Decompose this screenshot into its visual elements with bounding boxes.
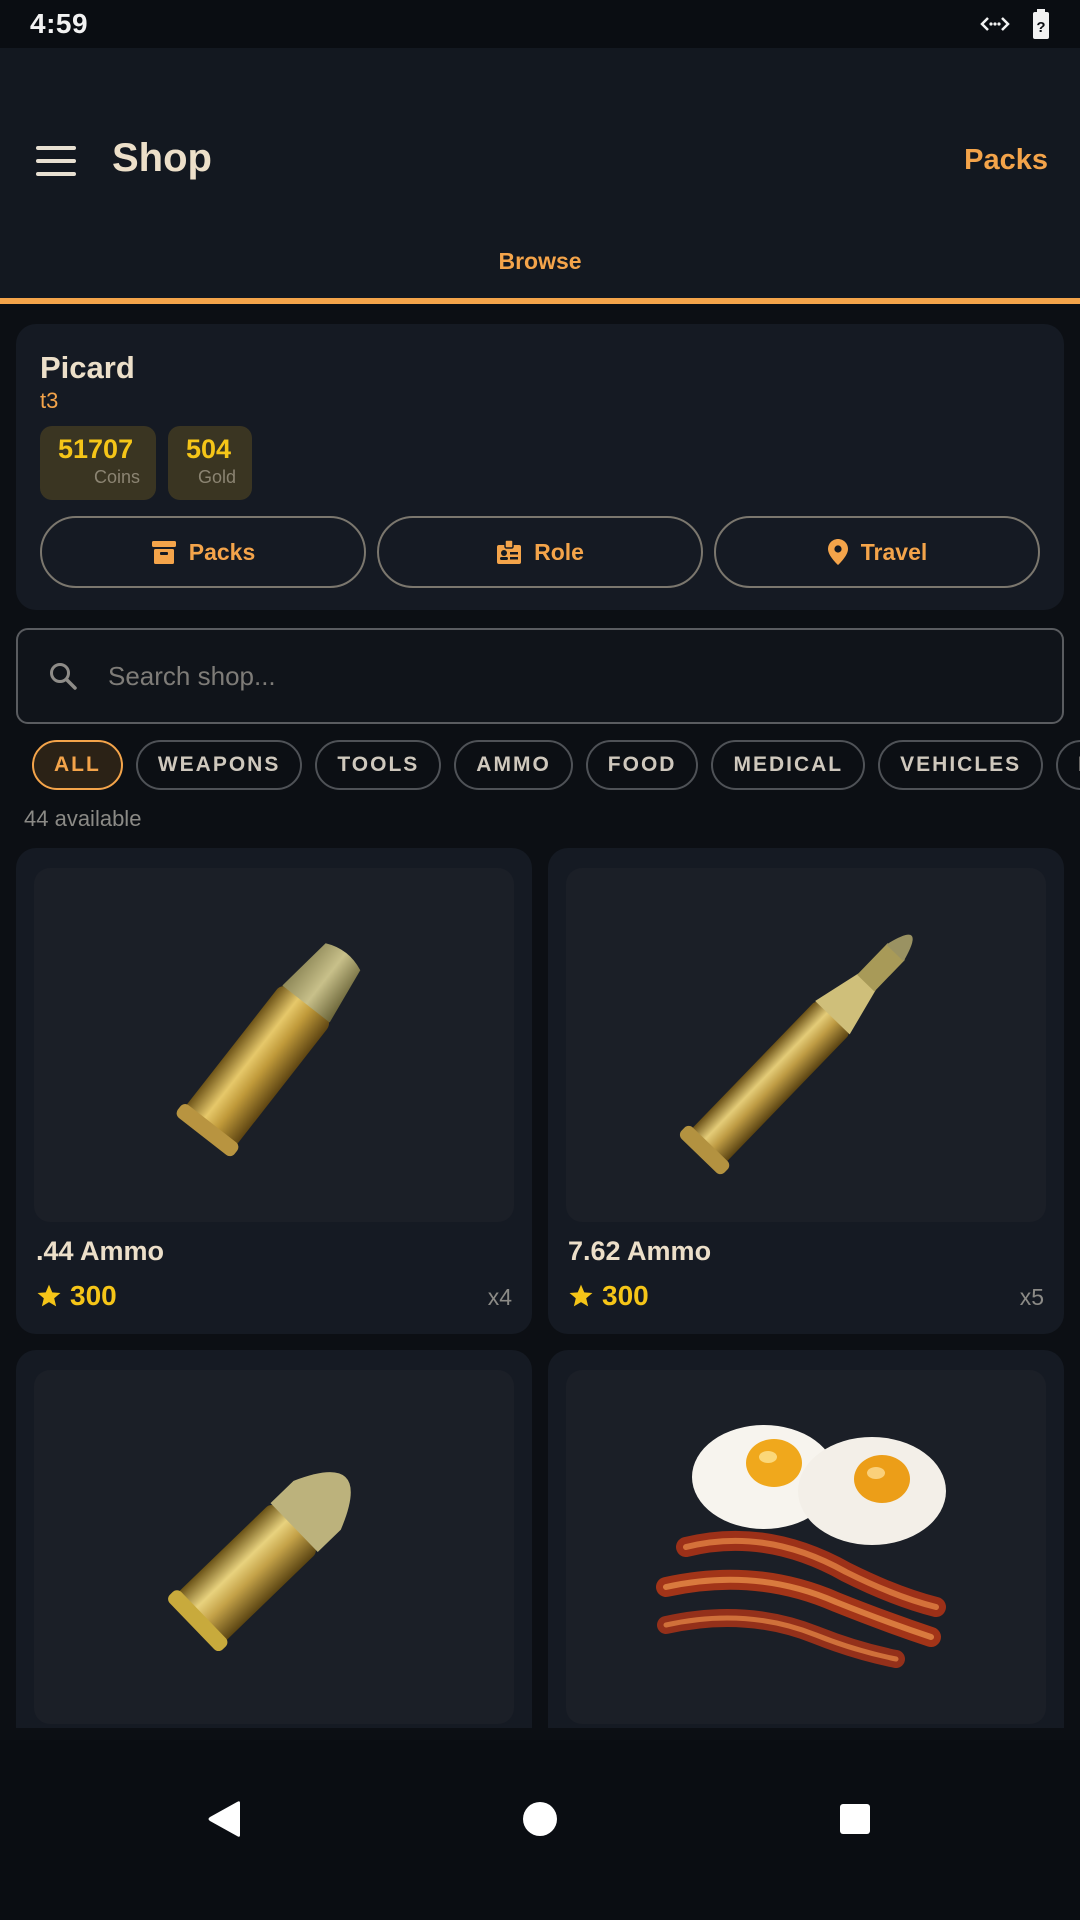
item-grid: .44 Ammo 300 x4 7.62 Ammo 300 x5 <box>16 848 1064 1728</box>
item-price-value: 300 <box>70 1280 117 1311</box>
packs-header-button[interactable]: Packs <box>964 144 1048 177</box>
battery-icon: ? <box>1033 9 1049 39</box>
player-rank: t3 <box>40 388 59 413</box>
search-box <box>16 628 1064 724</box>
role-button[interactable]: Role <box>377 516 703 588</box>
item-image <box>566 868 1046 1222</box>
filter-food[interactable]: FOOD <box>585 740 699 790</box>
page-title: Shop <box>112 136 212 180</box>
coins-badge: 51707 Coins <box>40 426 156 500</box>
filter-weapons[interactable]: WEAPONS <box>135 740 303 790</box>
travel-button[interactable]: Travel <box>714 516 1040 588</box>
search-icon <box>50 663 77 690</box>
data-transfer-icon <box>980 17 1010 31</box>
category-filters: ALL WEAPONS TOOLS AMMO FOOD MEDICAL VEHI… <box>32 740 1080 792</box>
status-bar: 4:59 ? <box>0 0 1080 48</box>
profile-card: Picard t3 51707 Coins 504 Gold Packs Rol… <box>16 324 1064 610</box>
bacon-eggs-icon <box>656 1425 946 1668</box>
filter-medical[interactable]: MEDICAL <box>711 740 866 790</box>
player-name: Picard <box>40 350 135 385</box>
gold-badge: 504 Gold <box>168 426 252 500</box>
item-name: 7.62 Ammo <box>568 1236 712 1266</box>
item-image <box>566 1370 1046 1724</box>
filter-tools[interactable]: TOOLS <box>315 740 442 790</box>
gold-value: 504 <box>186 434 232 464</box>
item-price: 300 <box>36 1280 117 1312</box>
coins-value: 51707 <box>58 434 134 464</box>
filter-resources[interactable]: RES <box>1056 740 1080 790</box>
item-price: 300 <box>568 1280 649 1312</box>
item-quantity: x5 <box>1019 1284 1044 1310</box>
back-icon[interactable] <box>206 1800 242 1838</box>
travel-button-label: Travel <box>860 538 928 565</box>
item-card[interactable]: .44 Ammo 300 x4 <box>16 848 532 1334</box>
filter-all[interactable]: ALL <box>32 740 123 790</box>
packs-button-label: Packs <box>188 538 256 565</box>
recents-icon[interactable] <box>838 1800 872 1838</box>
id-badge-icon <box>497 539 522 564</box>
star-icon <box>569 1284 593 1307</box>
item-price-value: 300 <box>602 1280 649 1311</box>
filter-ammo[interactable]: AMMO <box>454 740 573 790</box>
item-name: .44 Ammo <box>36 1236 165 1266</box>
item-card[interactable] <box>16 1350 532 1728</box>
search-input[interactable] <box>108 651 988 701</box>
bullet-9mm-icon <box>168 1472 351 1652</box>
item-image <box>34 1370 514 1724</box>
gold-label: Gold <box>197 467 236 487</box>
item-quantity: x4 <box>487 1284 512 1310</box>
archive-icon <box>151 541 176 564</box>
packs-button[interactable]: Packs <box>40 516 366 588</box>
system-nav-bar <box>0 1740 1080 1920</box>
coins-label: Coins <box>93 467 140 487</box>
status-time: 4:59 <box>30 8 89 39</box>
item-card[interactable] <box>548 1350 1064 1728</box>
location-pin-icon <box>827 539 848 565</box>
app-bar: Shop Packs Browse <box>0 48 1080 304</box>
menu-icon[interactable] <box>36 146 76 176</box>
home-icon[interactable] <box>522 1800 558 1838</box>
tab-indicator <box>0 298 1080 304</box>
item-card[interactable]: 7.62 Ammo 300 x5 <box>548 848 1064 1334</box>
filter-vehicles[interactable]: VEHICLES <box>878 740 1044 790</box>
role-button-label: Role <box>534 538 584 565</box>
tab-browse[interactable]: Browse <box>0 248 1080 275</box>
svg-text:?: ? <box>1036 19 1045 36</box>
item-image <box>34 868 514 1222</box>
star-icon <box>37 1284 61 1307</box>
bullet-44-icon <box>176 943 361 1157</box>
status-icons: ? <box>980 9 1050 39</box>
available-count: 44 available <box>24 806 142 831</box>
bullet-762-icon <box>679 934 913 1175</box>
